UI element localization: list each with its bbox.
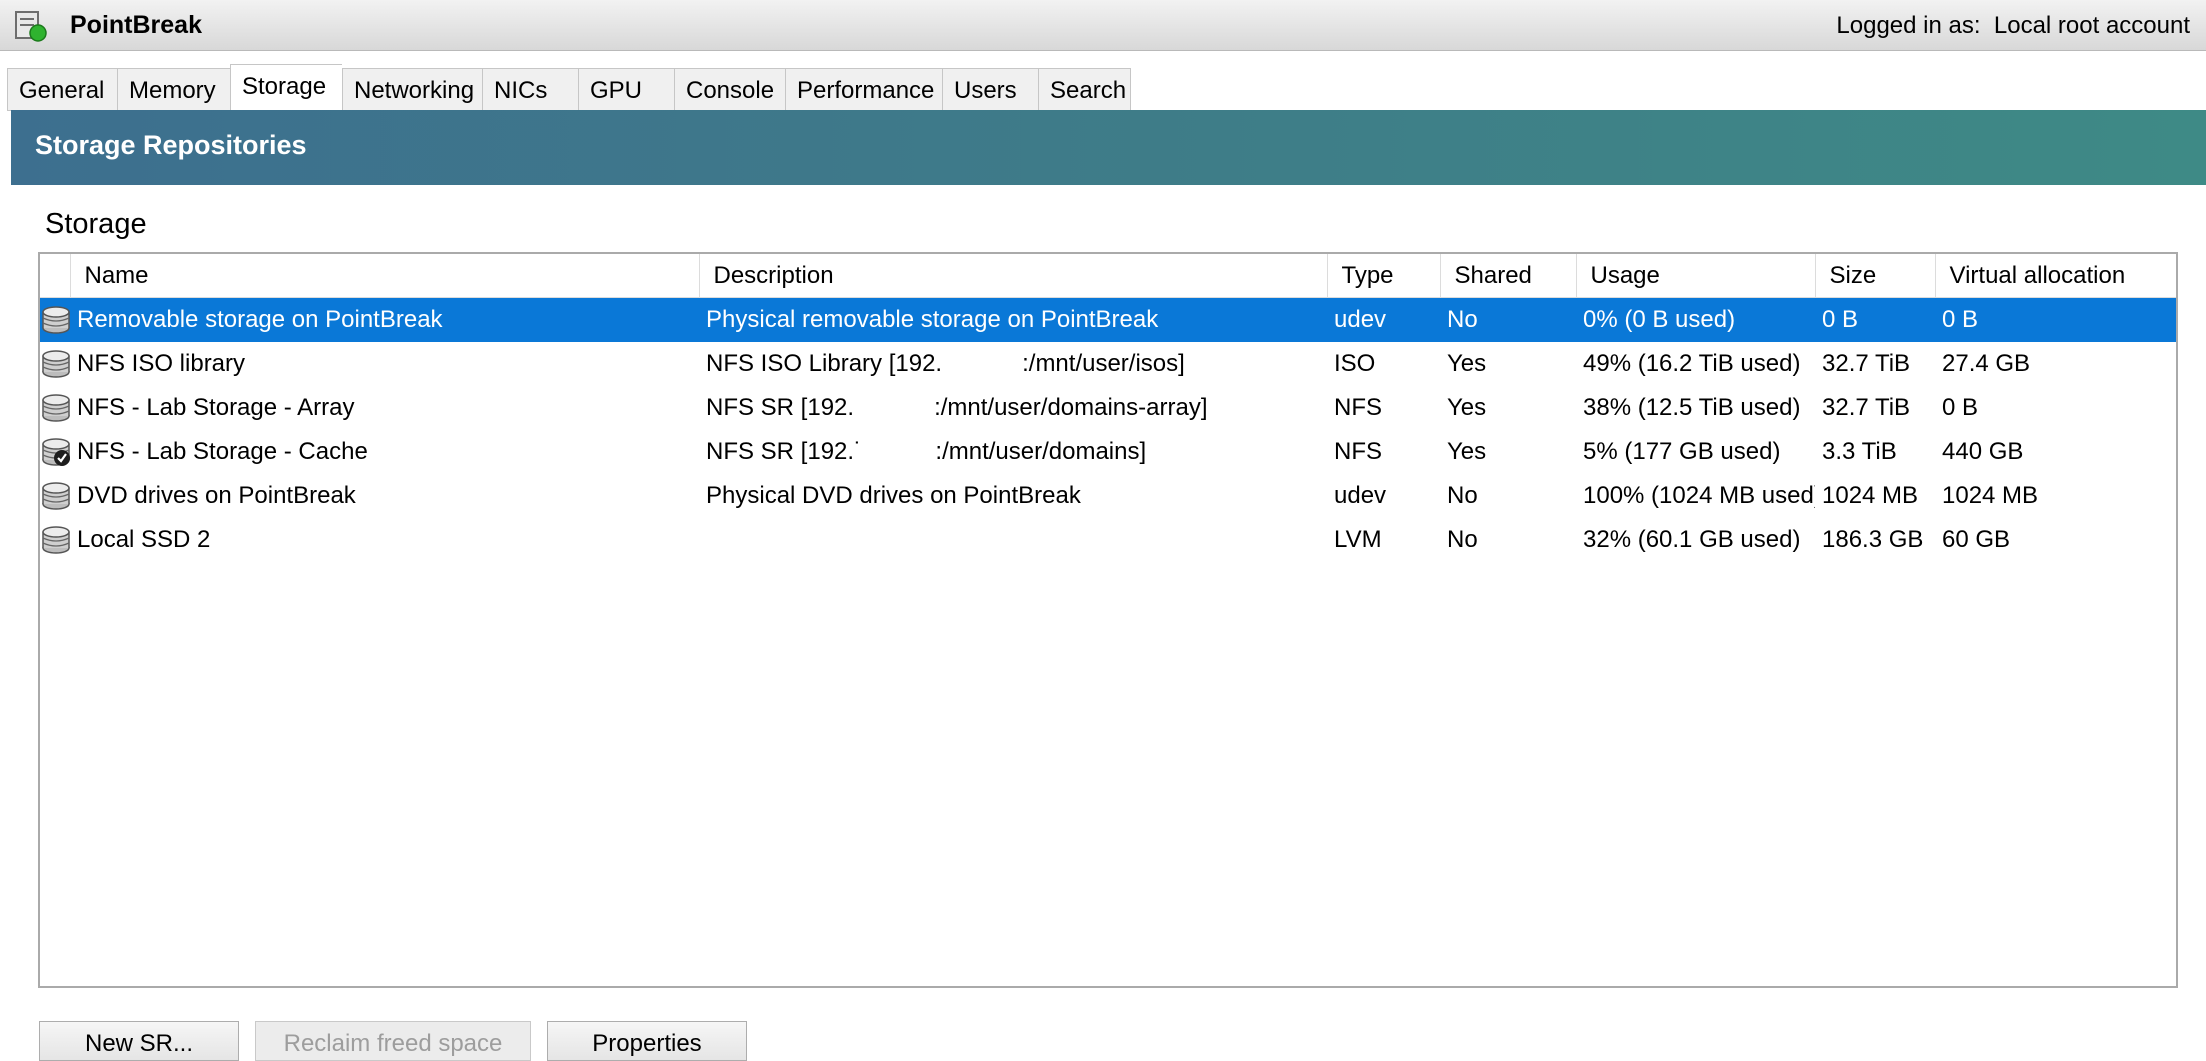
row-description: Physical removable storage on PointBreak — [699, 297, 1327, 342]
row-name: NFS ISO library — [77, 350, 246, 377]
row-name: NFS - Lab Storage - Cache — [77, 438, 368, 465]
table-header-row: Name Description Type Shared Usage Size … — [40, 254, 2176, 298]
row-size: 1024 MB — [1822, 482, 1919, 509]
tab-storage[interactable]: Storage — [230, 64, 342, 111]
storage-grid[interactable]: Name Description Type Shared Usage Size … — [38, 252, 2178, 988]
row-size: 3.3 TiB — [1822, 438, 1897, 465]
storage-icon — [40, 518, 70, 562]
tab-performance[interactable]: Performance — [785, 68, 942, 111]
row-size: 0 B — [1815, 297, 1935, 342]
column-header-description[interactable]: Description — [699, 254, 1328, 298]
row-shared: No — [1447, 482, 1478, 509]
row-shared: Yes — [1447, 438, 1487, 465]
column-header-usage[interactable]: Usage — [1576, 254, 1816, 298]
row-name: Removable storage on PointBreak — [70, 297, 699, 342]
table-row[interactable]: NFS ISO library NFS ISO Library [192. :/… — [40, 342, 2176, 386]
row-type: NFS — [1334, 438, 1382, 465]
row-description: NFS ISO Library [192. :/mnt/user/isos] — [706, 350, 1185, 377]
title-bar: PointBreak Logged in as: Local root acco… — [0, 0, 2206, 51]
row-type: NFS — [1334, 394, 1382, 421]
row-shared: Yes — [1447, 394, 1487, 421]
row-usage: 5% (177 GB used) — [1583, 438, 1781, 465]
tab-memory[interactable]: Memory — [117, 68, 230, 111]
row-size: 32.7 TiB — [1822, 350, 1911, 377]
storage-table: Name Description Type Shared Usage Size … — [40, 254, 2176, 562]
row-name: DVD drives on PointBreak — [77, 482, 356, 509]
table-row[interactable]: Local SSD 2 LVM No 32% (60.1 GB used) 18… — [40, 518, 2176, 562]
row-type: LVM — [1334, 526, 1382, 553]
row-virtual-allocation: 0 B — [1935, 297, 2176, 342]
server-running-icon — [15, 11, 47, 42]
row-type: udev — [1334, 482, 1387, 509]
table-row[interactable]: Removable storage on PointBreak Physical… — [40, 297, 2176, 342]
row-virtual-allocation: 27.4 GB — [1942, 350, 2031, 377]
row-description: NFS SR [192.˙ :/mnt/user/domains] — [706, 438, 1147, 465]
row-name: NFS - Lab Storage - Array — [77, 394, 355, 421]
new-sr-button[interactable]: New SR... — [39, 1021, 239, 1061]
tab-general[interactable]: General — [7, 68, 117, 111]
column-header-shared[interactable]: Shared — [1440, 254, 1577, 298]
page-header-banner: Storage Repositories — [11, 110, 2206, 185]
storage-icon — [40, 474, 70, 518]
row-description: NFS SR [192. :/mnt/user/domains-array] — [706, 394, 1208, 421]
row-usage: 38% (12.5 TiB used) — [1583, 394, 1801, 421]
row-size: 32.7 TiB — [1822, 394, 1911, 421]
column-header-name[interactable]: Name — [70, 254, 700, 298]
section-label: Storage — [45, 208, 147, 240]
row-usage: 0% (0 B used) — [1576, 297, 1815, 342]
row-usage: 49% (16.2 TiB used) — [1583, 350, 1801, 377]
table-row[interactable]: NFS - Lab Storage - Cache NFS SR [192.˙ … — [40, 430, 2176, 474]
logged-in-user: Local root account — [1993, 12, 2190, 39]
tab-nics[interactable]: NICs — [482, 68, 578, 111]
row-shared: Yes — [1447, 350, 1487, 377]
properties-button[interactable]: Properties — [547, 1021, 747, 1061]
page-title: Storage Repositories — [35, 130, 307, 160]
row-shared: No — [1447, 526, 1478, 553]
storage-icon — [40, 297, 70, 342]
column-header-icon — [40, 254, 71, 298]
row-description: Physical DVD drives on PointBreak — [706, 482, 1081, 509]
column-header-size[interactable]: Size — [1815, 254, 1936, 298]
table-row[interactable]: DVD drives on PointBreak Physical DVD dr… — [40, 474, 2176, 518]
storage-icon — [40, 386, 70, 430]
row-virtual-allocation: 0 B — [1942, 394, 1979, 421]
tab-networking[interactable]: Networking — [342, 68, 482, 111]
table-row[interactable]: NFS - Lab Storage - Array NFS SR [192. :… — [40, 386, 2176, 430]
tab-gpu[interactable]: GPU — [578, 68, 674, 111]
row-virtual-allocation: 1024 MB — [1942, 482, 2039, 509]
row-type: ISO — [1334, 350, 1376, 377]
tab-console[interactable]: Console — [674, 68, 785, 111]
storage-default-icon — [40, 430, 70, 474]
tab-users[interactable]: Users — [942, 68, 1038, 111]
host-name: PointBreak — [70, 11, 202, 39]
row-virtual-allocation: 60 GB — [1942, 526, 2011, 553]
column-header-type[interactable]: Type — [1327, 254, 1441, 298]
tab-bar: General Memory Storage Networking NICs G… — [7, 64, 1131, 111]
column-header-virtual-allocation[interactable]: Virtual allocation — [1935, 254, 2176, 298]
reclaim-freed-space-button[interactable]: Reclaim freed space — [255, 1021, 531, 1061]
row-description — [699, 518, 1327, 562]
row-size: 186.3 GB — [1822, 526, 1924, 553]
row-usage: 100% (1024 MB used) — [1583, 482, 1815, 509]
row-name: Local SSD 2 — [77, 526, 211, 553]
row-shared: No — [1440, 297, 1576, 342]
row-usage: 32% (60.1 GB used) — [1583, 526, 1801, 553]
tab-search[interactable]: Search — [1038, 68, 1131, 111]
row-virtual-allocation: 440 GB — [1942, 438, 2024, 465]
logged-in-label: Logged in as: — [1836, 12, 1981, 39]
logged-in-status: Logged in as: Local root account — [1836, 12, 2190, 40]
storage-icon — [40, 342, 70, 386]
row-type: udev — [1327, 297, 1440, 342]
